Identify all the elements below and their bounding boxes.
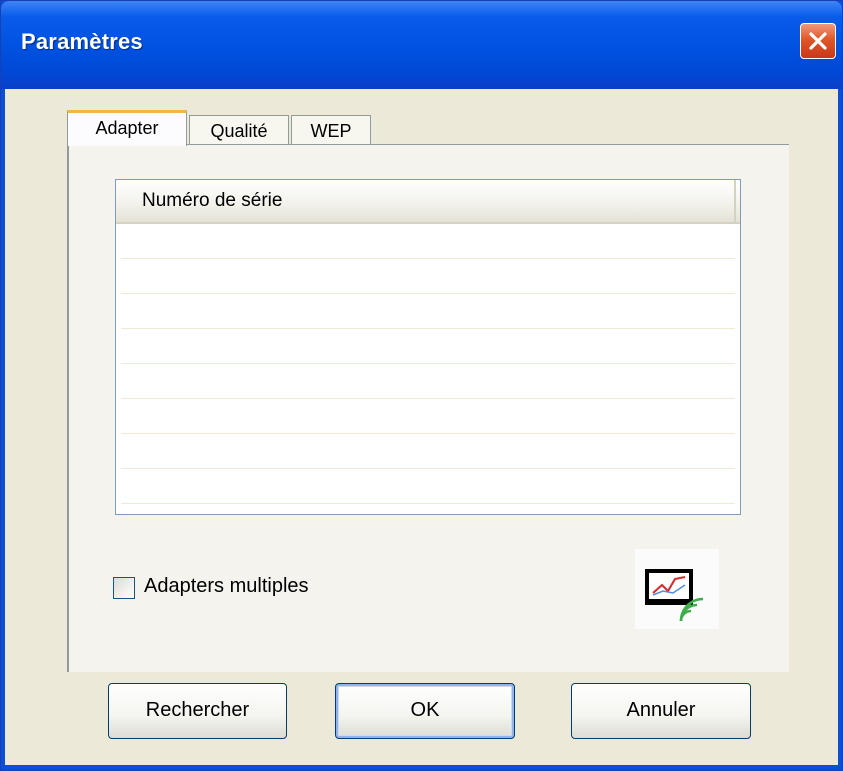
list-row-divider (121, 328, 735, 329)
settings-dialog: Paramètres Adapter Qualité WEP Numéro de… (0, 0, 843, 771)
multiple-adapters-label[interactable]: Adapters multiples (144, 575, 309, 598)
close-icon (809, 32, 827, 50)
list-row-divider (121, 398, 735, 399)
tab-qualite-label: Qualité (210, 121, 268, 141)
list-header: Numéro de série (116, 180, 740, 224)
column-header-label: Numéro de série (142, 190, 283, 211)
tab-wep[interactable]: WEP (291, 115, 371, 145)
ok-button[interactable]: OK (335, 683, 515, 739)
list-row-divider (121, 503, 735, 504)
tab-adapter[interactable]: Adapter (67, 110, 187, 146)
dialog-client-area: Adapter Qualité WEP Numéro de série Adap… (5, 89, 838, 765)
tab-adapter-label: Adapter (95, 118, 159, 138)
list-row-divider (121, 468, 735, 469)
column-header-serial-number[interactable]: Numéro de série (116, 180, 736, 222)
list-row-divider (121, 258, 735, 259)
cancel-button[interactable]: Annuler (571, 683, 751, 739)
window-title: Paramètres (21, 29, 143, 54)
serial-number-list[interactable]: Numéro de série (115, 179, 741, 515)
multiple-adapters-checkbox[interactable] (113, 577, 135, 599)
tab-wep-label: WEP (310, 121, 352, 141)
list-row-divider (121, 293, 735, 294)
wireless-monitor-icon (645, 569, 704, 622)
tab-qualite[interactable]: Qualité (189, 115, 289, 145)
close-button[interactable] (800, 23, 836, 59)
list-row-divider (121, 433, 735, 434)
list-row-divider (121, 363, 735, 364)
search-button[interactable]: Rechercher (108, 683, 287, 739)
adapter-icon-button[interactable] (635, 549, 719, 629)
title-bar[interactable]: Paramètres (1, 1, 842, 89)
